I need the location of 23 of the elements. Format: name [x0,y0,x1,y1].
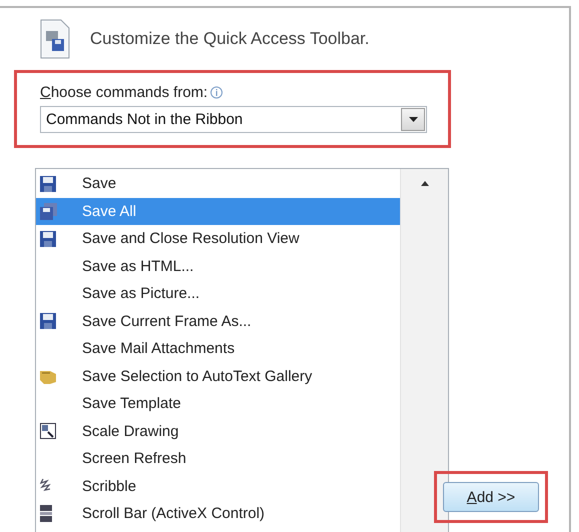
command-item[interactable]: Save Current Frame As... [36,308,400,335]
document-icon [40,19,70,59]
command-item[interactable]: Screen Refresh [36,445,400,472]
command-item[interactable]: Save as Picture... [36,280,400,308]
choose-commands-label: Choose commands from: [40,84,208,100]
scale-drawing-icon [40,423,56,440]
scrollbar[interactable] [400,169,448,532]
command-item[interactable]: Save Mail Attachments [36,335,400,362]
command-item[interactable]: Scale Drawing [36,418,400,445]
command-item[interactable]: Save [36,170,400,198]
command-item[interactable]: Save and Close Resolution View [36,225,400,252]
scroll-bar-icon [40,505,52,522]
command-item[interactable]: Save Template [36,390,400,418]
save-all-icon [40,202,57,220]
scroll-up-icon[interactable] [420,181,428,186]
command-item[interactable]: Scroll Bar (ActiveX Control) [36,500,400,528]
command-item[interactable]: Save Selection to AutoText Gallery [36,362,400,390]
add-button[interactable]: Add >> [443,482,539,512]
command-item[interactable]: Save as HTML... [36,252,400,280]
command-item[interactable]: Scribble [36,472,400,500]
section-title: Customize the Quick Access Toolbar. [90,29,370,49]
info-icon [210,86,223,98]
commands-dropdown[interactable]: Commands Not in the Ribbon [40,106,427,133]
